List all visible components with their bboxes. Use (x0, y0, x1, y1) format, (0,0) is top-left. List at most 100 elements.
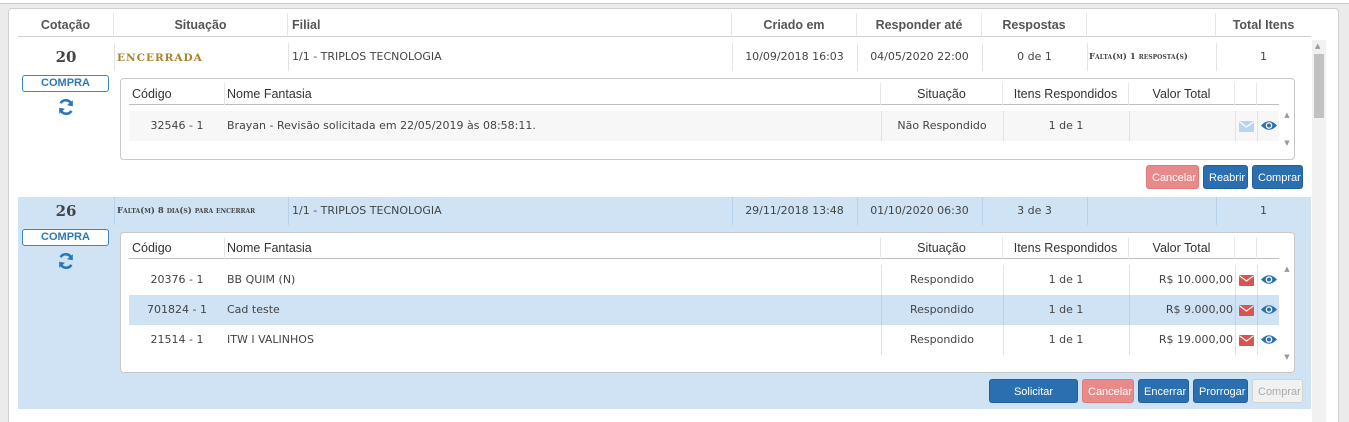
col-total-itens[interactable]: Total Itens (1216, 13, 1311, 37)
subtable-scroll-down-icon[interactable]: ▼ (1281, 139, 1293, 147)
divider (732, 197, 733, 225)
subtable-header: Código Nome Fantasia Situação Itens Resp… (129, 83, 1279, 105)
subtable-scroll-up-icon[interactable]: ▲ (1281, 265, 1293, 273)
divider (982, 43, 983, 71)
quote-filial: 1/1 - TRIPLOS TECNOLOGIA (292, 50, 442, 63)
supplier-row[interactable]: 20376 - 1 BB QUIM (N) Respondido 1 de 1 … (129, 265, 1279, 295)
supplier-total: R$ 9.000,00 (1165, 303, 1233, 316)
envelope-icon (1239, 121, 1254, 132)
col-criado-em[interactable]: Criado em (732, 13, 857, 37)
col-responder-ate[interactable]: Responder até (857, 13, 982, 37)
divider (881, 295, 882, 325)
compra-badge[interactable]: COMPRA (22, 229, 109, 246)
subcol-valor[interactable]: Valor Total (1129, 237, 1235, 259)
supplier-subtable: Código Nome Fantasia Situação Itens Resp… (120, 232, 1295, 373)
divider (1087, 43, 1088, 71)
quote-number[interactable]: 26 (18, 197, 114, 225)
scroll-up-icon[interactable]: ▲ (1315, 42, 1320, 50)
col-cotacao[interactable]: Cotação (18, 13, 114, 37)
col-situacao[interactable]: Situação (114, 13, 288, 37)
supplier-code: 20376 - 1 (150, 273, 204, 286)
subcol-itens[interactable]: Itens Respondidos (1003, 83, 1129, 105)
cancel-button[interactable]: Cancelar (1146, 165, 1199, 189)
refresh-icon[interactable] (56, 251, 76, 271)
eye-icon[interactable] (1260, 273, 1278, 286)
supplier-row[interactable]: 32546 - 1 Brayan - Revisão solicitada em… (129, 111, 1279, 141)
divider (1235, 111, 1236, 141)
reopen-button[interactable]: Reabrir (1203, 165, 1248, 189)
col-filial[interactable]: Filial (288, 13, 732, 37)
supplier-row[interactable]: 701824 - 1 Cad teste Respondido 1 de 1 R… (129, 295, 1279, 325)
extend-button[interactable]: Prorrogar (1193, 379, 1248, 403)
envelope-icon[interactable] (1239, 275, 1254, 286)
eye-icon[interactable] (1260, 303, 1278, 316)
subcol-situacao[interactable]: Situação (881, 83, 1003, 105)
divider (1235, 295, 1236, 325)
quote-created: 29/11/2018 13:48 (745, 204, 844, 217)
subtable-scroll-down-icon[interactable]: ▼ (1281, 353, 1293, 361)
divider (1216, 43, 1217, 71)
supplier-items: 1 de 1 (1048, 303, 1084, 316)
top-panel-edge (0, 0, 1349, 4)
buy-button[interactable]: Comprar (1252, 165, 1303, 189)
divider (114, 43, 115, 71)
divider (982, 197, 983, 225)
divider (881, 265, 882, 295)
subcol-valor[interactable]: Valor Total (1129, 83, 1235, 105)
supplier-status: Respondido (909, 303, 975, 316)
supplier-row[interactable]: 21514 - 1 ITW I VALINHOS Respondido 1 de… (129, 325, 1279, 355)
supplier-subtable: Código Nome Fantasia Situação Itens Resp… (120, 78, 1295, 160)
divider (114, 197, 115, 225)
request-revision-button[interactable]: Solicitar Revisão (989, 379, 1078, 422)
subcol-email (1235, 83, 1257, 105)
eye-icon[interactable] (1260, 119, 1278, 132)
divider (1257, 325, 1258, 355)
supplier-total (1129, 111, 1233, 141)
scroll-thumb[interactable] (1314, 54, 1324, 118)
eye-icon[interactable] (1260, 333, 1278, 346)
subcol-itens[interactable]: Itens Respondidos (1003, 237, 1129, 259)
quote-row-partial (18, 410, 1311, 422)
subcol-nome-fantasia[interactable]: Nome Fantasia (225, 83, 881, 105)
subtable-scroll-up-icon[interactable]: ▲ (1281, 111, 1293, 119)
quote-row-selected: 26 Falta(m) 8 dia(s) para encerrar 1/1 -… (18, 197, 1311, 422)
table-scrollbar[interactable]: ▲ (1312, 40, 1326, 422)
supplier-status: Não Respondido (897, 119, 987, 132)
divider (1087, 197, 1088, 225)
subcol-codigo[interactable]: Código (129, 237, 225, 259)
quote-number[interactable]: 20 (18, 43, 114, 71)
refresh-icon[interactable] (56, 97, 76, 117)
compra-badge[interactable]: COMPRA (22, 75, 109, 92)
subcol-codigo[interactable]: Código (129, 83, 225, 105)
divider (881, 111, 882, 141)
divider (1129, 111, 1130, 141)
divider (857, 197, 858, 225)
supplier-code: 701824 - 1 (147, 303, 207, 316)
envelope-icon[interactable] (1239, 335, 1254, 346)
subcol-view (1257, 83, 1279, 105)
table-header: Cotação Situação Filial Criado em Respon… (18, 13, 1311, 37)
divider (1235, 265, 1236, 295)
divider (288, 197, 289, 225)
quote-row: 20 Encerrada 1/1 - TRIPLOS TECNOLOGIA 10… (18, 43, 1311, 196)
status-text: Encerrada (117, 52, 203, 64)
quote-responses: 3 de 3 (1017, 204, 1052, 217)
subcol-nome-fantasia[interactable]: Nome Fantasia (225, 237, 881, 259)
divider (1129, 325, 1130, 355)
divider (1003, 295, 1004, 325)
divider (1257, 295, 1258, 325)
quote-created: 10/09/2018 16:03 (745, 50, 844, 63)
divider (881, 325, 882, 355)
supplier-code: 32546 - 1 (150, 119, 204, 132)
envelope-icon[interactable] (1239, 305, 1254, 316)
divider (1235, 325, 1236, 355)
quote-note: Falta(m) 1 resposta(s) (1089, 52, 1188, 62)
supplier-items: 1 de 1 (1048, 333, 1084, 346)
quote-status: Encerrada (117, 43, 287, 71)
subcol-situacao[interactable]: Situação (881, 237, 1003, 259)
close-quote-button[interactable]: Encerrar (1138, 379, 1189, 403)
col-respostas[interactable]: Respostas (982, 13, 1087, 37)
supplier-name: Cad teste (227, 303, 280, 316)
cancel-button[interactable]: Cancelar (1082, 379, 1134, 403)
quote-responses: 0 de 1 (1017, 50, 1052, 63)
